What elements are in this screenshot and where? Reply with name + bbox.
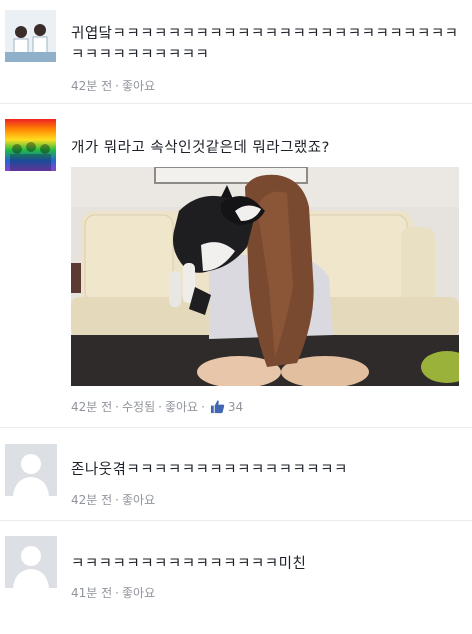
avatar-photo [5, 10, 56, 62]
thumbs-up-icon [210, 399, 225, 417]
comment-text: 개가 뭐라고 속삭인것같은데 뭐라그랬죠? [71, 140, 330, 156]
default-avatar[interactable] [5, 444, 57, 496]
default-avatar[interactable] [5, 536, 57, 588]
comment-meta: 42분 전 · 좋아요 [71, 493, 156, 507]
person-silhouette-icon [5, 536, 57, 588]
avatar-photo [10, 142, 51, 171]
comment-timestamp[interactable]: 42분 전 [71, 493, 112, 507]
like-link[interactable]: 좋아요 [122, 79, 155, 93]
edited-link[interactable]: 수정됨 [122, 400, 155, 414]
like-link[interactable]: 좋아요 [122, 586, 155, 600]
comment-text: ㅋㅋㅋㅋㅋㅋㅋㅋㅋㅋㅋㅋㅋㅋㅋ미친 [71, 556, 307, 572]
person-silhouette-icon [5, 444, 57, 496]
comment-text: 존나웃겪ㅋㅋㅋㅋㅋㅋㅋㅋㅋㅋㅋㅋㅋㅋㅋㅋ [71, 462, 348, 478]
like-link[interactable]: 좋아요 [165, 400, 198, 414]
like-count[interactable]: 34 [228, 400, 243, 414]
comment-meta: 41분 전 · 좋아요 [71, 586, 156, 600]
comment-meta: 42분 전 · 좋아요 [71, 79, 156, 93]
like-link[interactable]: 좋아요 [122, 493, 155, 507]
comment-timestamp[interactable]: 42분 전 [71, 79, 112, 93]
attached-photo[interactable] [71, 167, 459, 386]
comment-text: 귀엽닼ㅋㅋㅋㅋㅋㅋㅋㅋㅋㅋㅋㅋㅋㅋㅋㅋㅋㅋㅋㅋㅋㅋㅋㅋㅋㅋㅋㅋㅋㅋㅋㅋㅋㅋㅋ [71, 26, 459, 63]
photo-dog-and-girl-on-sofa [71, 167, 459, 386]
comment-meta: 42분 전 · 수정됨 · 좋아요 · 34 [71, 398, 243, 417]
commenter-avatar[interactable] [5, 119, 56, 171]
comment-1: 귀엽닼ㅋㅋㅋㅋㅋㅋㅋㅋㅋㅋㅋㅋㅋㅋㅋㅋㅋㅋㅋㅋㅋㅋㅋㅋㅋㅋㅋㅋㅋㅋㅋㅋㅋㅋㅋ 4… [0, 0, 472, 103]
comment-4: ㅋㅋㅋㅋㅋㅋㅋㅋㅋㅋㅋㅋㅋㅋㅋ미친 41분 전 · 좋아요 [0, 521, 472, 634]
comment-timestamp[interactable]: 42분 전 [71, 400, 112, 414]
comment-3: 존나웃겪ㅋㅋㅋㅋㅋㅋㅋㅋㅋㅋㅋㅋㅋㅋㅋㅋ 42분 전 · 좋아요 [0, 428, 472, 520]
comment-timestamp[interactable]: 41분 전 [71, 586, 112, 600]
commenter-avatar[interactable] [5, 10, 56, 62]
